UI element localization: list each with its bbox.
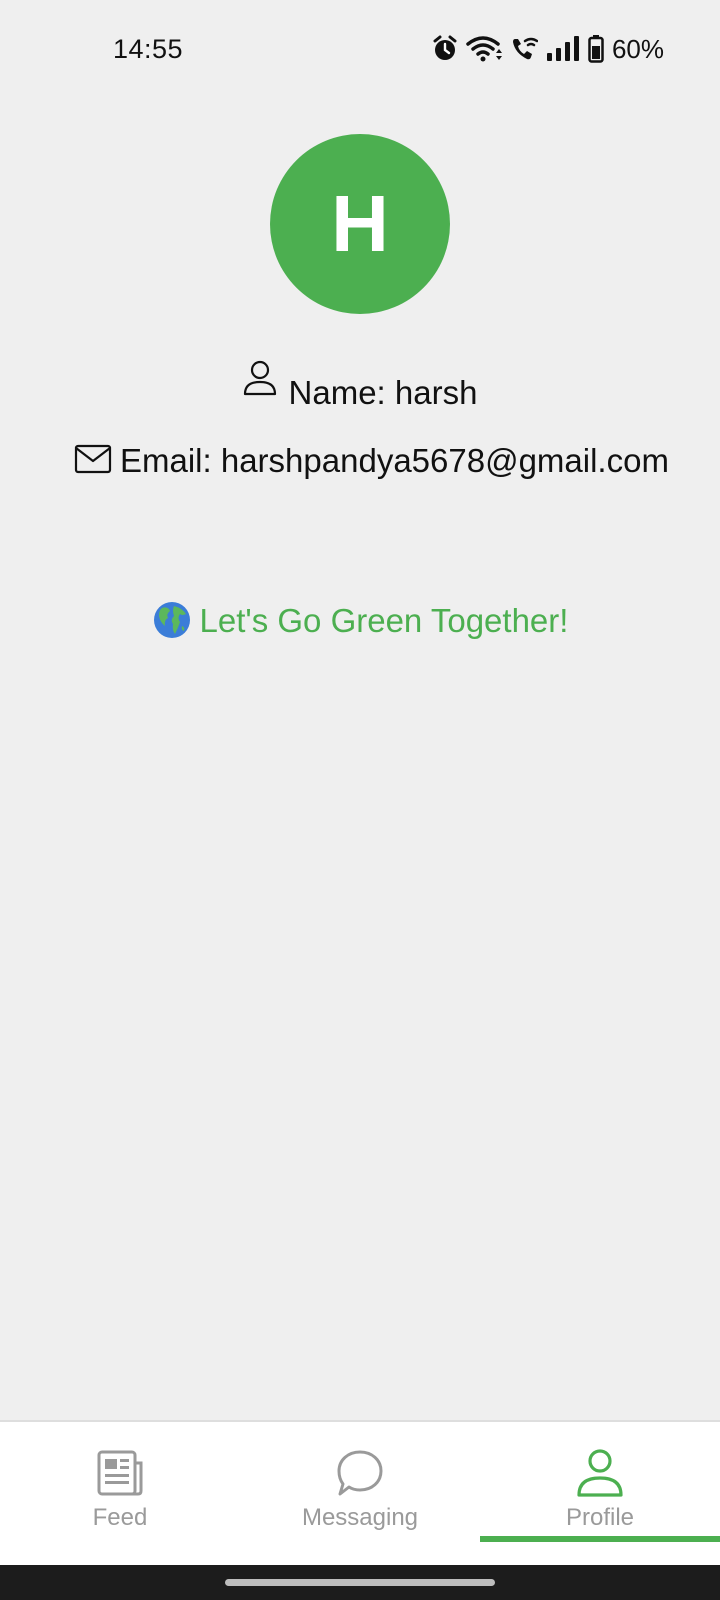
- person-icon: [243, 360, 277, 412]
- wifi-icon: [466, 35, 502, 63]
- nav-label-messaging: Messaging: [301, 1504, 419, 1531]
- profile-name: Name: harsh: [288, 374, 478, 411]
- status-bar: 14:55 60%: [0, 0, 720, 100]
- newspaper-icon: [96, 1448, 144, 1498]
- chat-bubble-icon: [335, 1448, 385, 1498]
- name-row: Name: harsh: [0, 360, 720, 412]
- bottom-nav: Feed Messaging Profile: [0, 1420, 720, 1565]
- status-time: 14:55: [113, 34, 184, 64]
- nav-label-profile: Profile: [565, 1504, 635, 1531]
- battery-icon: [588, 35, 604, 63]
- nav-item-profile[interactable]: Profile: [480, 1422, 720, 1567]
- active-tab-indicator: [480, 1536, 720, 1542]
- system-nav-bar: [0, 1565, 720, 1600]
- signal-icon: [546, 36, 580, 62]
- person-icon: [576, 1448, 624, 1498]
- tagline-text: Let's Go Green Together!: [199, 602, 569, 639]
- profile-screen: 14:55 60% H Name: harsh Email: harshpand…: [0, 0, 720, 1600]
- profile-email: Email: harshpandya5678@gmail.com: [120, 442, 669, 479]
- email-row: Email: harshpandya5678@gmail.com: [74, 438, 674, 486]
- tagline-row: Let's Go Green Together!: [0, 600, 720, 640]
- globe-icon: [152, 600, 192, 640]
- avatar: H: [270, 134, 450, 314]
- status-icons: 60%: [432, 33, 664, 65]
- nav-item-feed[interactable]: Feed: [0, 1422, 240, 1567]
- wifi-call-icon: [510, 35, 538, 63]
- nav-label-feed: Feed: [92, 1504, 148, 1531]
- mail-icon: [74, 440, 112, 486]
- nav-item-messaging[interactable]: Messaging: [240, 1422, 480, 1567]
- home-gesture-handle[interactable]: [225, 1579, 495, 1586]
- alarm-icon: [432, 35, 458, 63]
- battery-percentage: 60%: [611, 33, 664, 64]
